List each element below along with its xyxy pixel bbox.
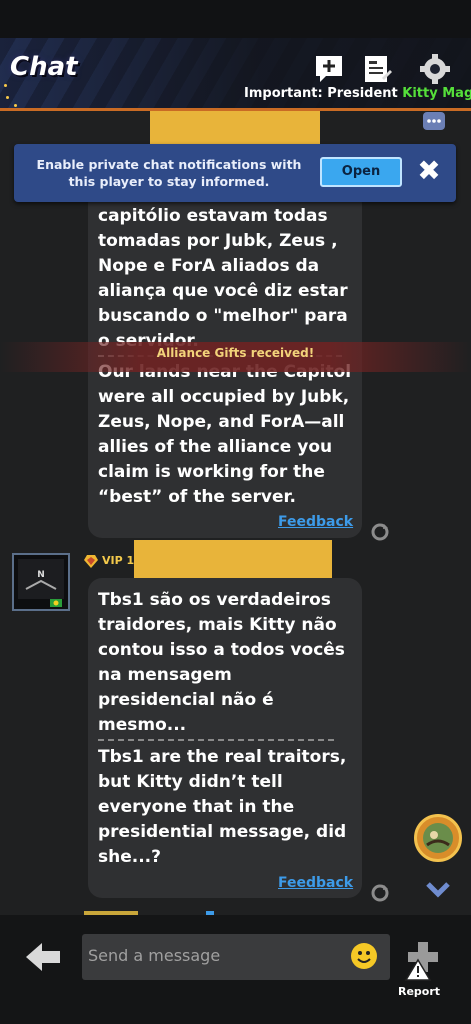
- refresh-icon[interactable]: [370, 883, 390, 903]
- report-icon[interactable]: [402, 940, 442, 982]
- message-line: na mensagem: [98, 665, 232, 685]
- message-line: Zeus, Nope, and ForA—all: [98, 412, 345, 432]
- message-line: traidores, mais Kitty não: [98, 615, 337, 635]
- emoji-icon[interactable]: [350, 942, 378, 970]
- vip-level: VIP 1: [102, 554, 135, 567]
- message-line: mesmo...: [98, 715, 187, 735]
- chat-title: Chat: [10, 52, 78, 82]
- message-line: contou isso a todos vocês: [98, 640, 345, 660]
- notification-text: Enable private chat notifications with t…: [36, 157, 302, 189]
- gear-icon[interactable]: [418, 52, 452, 86]
- message-line: Nope e ForA aliados da: [98, 256, 320, 276]
- message-line: Tbs1 são os verdadeiros: [98, 590, 331, 610]
- sparkle: [4, 84, 7, 87]
- notes-icon[interactable]: [360, 52, 394, 86]
- alliance-gift-text: Alliance Gifts received!: [156, 346, 315, 360]
- message-line: presidencial não é: [98, 690, 274, 710]
- feedback-link[interactable]: Feedback: [278, 875, 353, 891]
- status-bar: [0, 0, 471, 38]
- alliance-helper-icon[interactable]: [414, 814, 462, 862]
- sender-name-bar: [150, 111, 320, 147]
- ticker-prefix: Important: President: [244, 86, 403, 101]
- message-line: tomadas por Jubk, Zeus ,: [98, 231, 338, 251]
- ticker-president-name: Kitty Magz: [402, 86, 471, 101]
- message-line: but Kitty didn’t tell: [98, 772, 283, 792]
- notification-banner: Enable private chat notifications with t…: [14, 144, 456, 202]
- message-line: “best” of the server.: [98, 487, 296, 507]
- message-line: allies of the alliance you: [98, 437, 333, 457]
- feedback-link[interactable]: Feedback: [278, 514, 353, 530]
- svg-text:N: N: [37, 570, 45, 580]
- message-line: she...?: [98, 847, 161, 867]
- message-line: Tbs1 are the real traitors,: [98, 747, 347, 767]
- message-line: aliança que você diz estar: [98, 281, 348, 301]
- message-translation: Tbs1 are the real traitors, but Kitty di…: [98, 745, 360, 870]
- message-line: capitólio estavam todas: [98, 206, 328, 226]
- message-line: buscando o "melhor" para: [98, 306, 348, 326]
- message-line: everyone that in the: [98, 797, 295, 817]
- close-icon[interactable]: ✖: [412, 154, 446, 188]
- report-label: Report: [398, 985, 441, 998]
- sparkle: [6, 96, 9, 99]
- message-line: presidential message, did: [98, 822, 347, 842]
- refresh-icon[interactable]: [370, 522, 390, 542]
- translation-divider: [98, 739, 334, 741]
- scroll-down-icon[interactable]: [426, 880, 450, 898]
- message-input-placeholder: Send a message: [88, 946, 221, 965]
- message-translation: Our lands near the Capitol were all occu…: [98, 360, 360, 510]
- sparkle: [14, 104, 17, 107]
- new-chat-icon[interactable]: [312, 52, 346, 86]
- sender-name-bar: [134, 540, 332, 578]
- open-button[interactable]: Open: [320, 157, 402, 187]
- message-original: capitólio estavam todas tomadas por Jubk…: [98, 204, 360, 354]
- avatar[interactable]: N: [12, 553, 70, 611]
- vip-badge-icon: [82, 552, 100, 570]
- message-line: claim is working for the: [98, 462, 325, 482]
- message-line: were all occupied by Jubk,: [98, 387, 350, 407]
- menu-dots-icon[interactable]: [423, 112, 445, 130]
- message-original: Tbs1 são os verdadeiros traidores, mais …: [98, 588, 360, 738]
- back-arrow-icon[interactable]: [24, 940, 64, 974]
- announcement-ticker[interactable]: Important: President Kitty Magz ap: [244, 86, 471, 108]
